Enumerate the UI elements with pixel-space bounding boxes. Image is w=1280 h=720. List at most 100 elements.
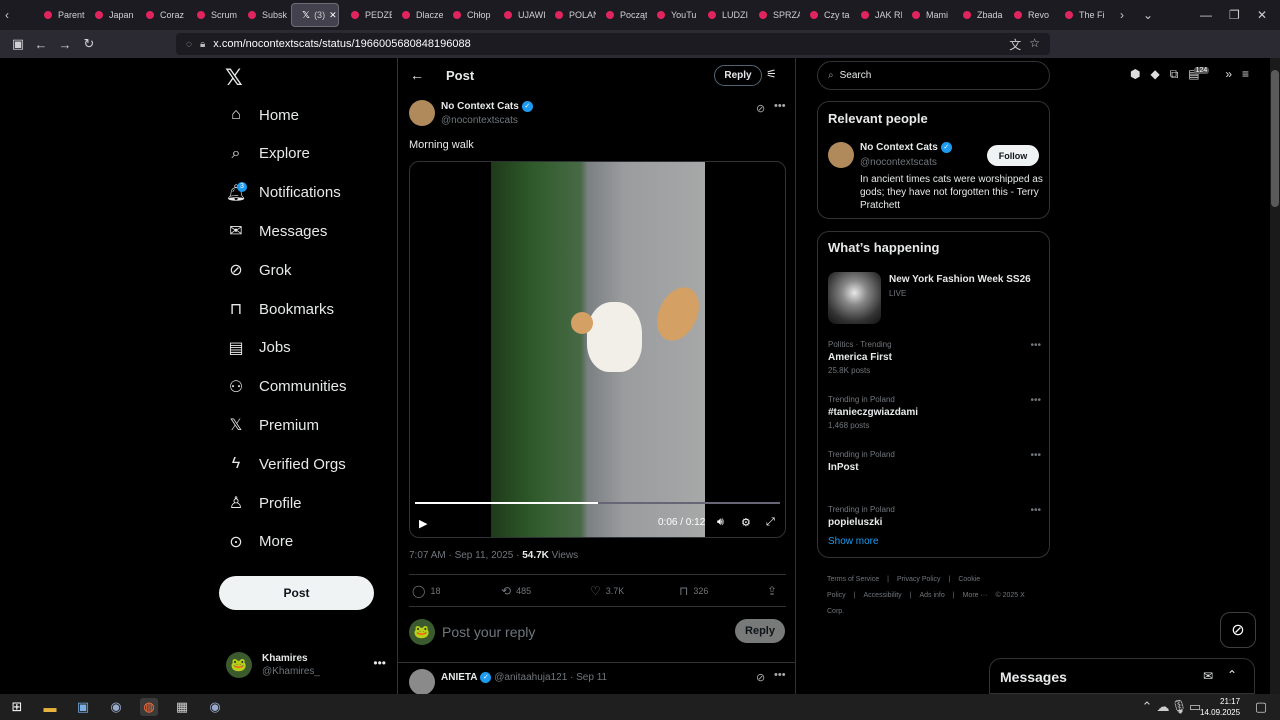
reload-icon[interactable]: ↻ bbox=[77, 32, 101, 56]
author-avatar[interactable] bbox=[409, 100, 435, 126]
play-icon[interactable]: ▶ bbox=[419, 517, 427, 530]
taskbar-clock[interactable]: 21:17 14.09.2025 bbox=[1200, 696, 1240, 718]
nav-item-premium[interactable]: 𝕏 Premium bbox=[226, 410, 319, 440]
reply-button[interactable]: Reply bbox=[735, 619, 785, 643]
scrollbar-thumb[interactable] bbox=[1271, 70, 1279, 207]
like-action[interactable]: ♡ 3.7K bbox=[590, 584, 624, 598]
overflow-chevrons-icon[interactable]: » bbox=[1225, 67, 1232, 81]
search-input[interactable]: ⌕ Search bbox=[817, 61, 1050, 90]
more-dots-icon[interactable]: ••• bbox=[774, 100, 786, 112]
browser-tab[interactable]: JAK RI bbox=[851, 0, 902, 30]
video-progress-bar[interactable] bbox=[415, 502, 780, 504]
browser-tab[interactable]: Czy ta bbox=[800, 0, 851, 30]
expand-chevron-icon[interactable]: ⌃ bbox=[1227, 668, 1237, 682]
comment-author[interactable]: ANIETA bbox=[441, 672, 477, 683]
footer-link[interactable]: Privacy Policy bbox=[897, 576, 941, 583]
trend-thumbnail[interactable] bbox=[828, 272, 881, 324]
browser-tab[interactable]: Mami bbox=[902, 0, 953, 30]
nav-item-communities[interactable]: ⚇ Communities bbox=[226, 372, 347, 402]
browser-tab[interactable]: Chłop bbox=[443, 0, 494, 30]
more-dots-icon[interactable]: ••• bbox=[1030, 395, 1041, 406]
trend-item[interactable]: Trending in Poland popieluszki ••• bbox=[828, 505, 1041, 528]
app-icon[interactable]: ▣ bbox=[74, 698, 92, 716]
browser-tab[interactable]: POLAŃ bbox=[545, 0, 596, 30]
author-name-link[interactable]: No Context Cats ✓ bbox=[441, 101, 533, 112]
reply-action[interactable]: ◯ 18 bbox=[412, 584, 440, 598]
browser-tab-active[interactable]: 𝕏 (3) ✕ bbox=[291, 3, 339, 27]
minimize-icon[interactable]: — bbox=[1200, 0, 1212, 30]
browser-tab[interactable]: Japan bbox=[85, 0, 136, 30]
browser-tab[interactable]: Zbada bbox=[953, 0, 1004, 30]
nav-item-verified-orgs[interactable]: ϟ Verified Orgs bbox=[226, 449, 346, 479]
nav-item-messages[interactable]: ✉ Messages bbox=[226, 216, 327, 246]
steam-icon[interactable]: ◉ bbox=[107, 698, 125, 716]
nav-item-home[interactable]: ⌂ Home bbox=[226, 100, 299, 130]
extension-counter-icon[interactable]: ▤124 bbox=[1188, 67, 1215, 81]
calculator-icon[interactable]: ▦ bbox=[173, 698, 191, 716]
footer-link[interactable]: More ··· bbox=[963, 592, 988, 599]
footer-link[interactable]: Ads info bbox=[919, 592, 944, 599]
fullscreen-icon[interactable]: ⤢ bbox=[766, 516, 775, 529]
more-dots-icon[interactable]: ••• bbox=[774, 669, 786, 681]
trend-item[interactable]: Politics · Trending America First 25.8K po… bbox=[828, 340, 1041, 375]
steam-icon[interactable]: ◉ bbox=[206, 698, 224, 716]
new-message-icon[interactable]: ✉ bbox=[1203, 669, 1213, 683]
footer-link[interactable]: Accessibility bbox=[864, 592, 902, 599]
back-arrow-icon[interactable]: ← bbox=[410, 67, 424, 83]
nav-item-jobs[interactable]: ▤ Jobs bbox=[226, 333, 290, 363]
extension-fox-icon[interactable]: ◆ bbox=[1150, 67, 1159, 81]
browser-tab[interactable]: The Fi bbox=[1055, 0, 1106, 30]
featured-trend-title[interactable]: New York Fashion Week SS26 bbox=[889, 274, 1031, 285]
gear-icon[interactable]: ⚙ bbox=[741, 516, 751, 529]
nav-item-grok[interactable]: ⊘ Grok bbox=[226, 255, 291, 285]
grok-icon[interactable]: ⊘ bbox=[756, 671, 765, 684]
more-dots-icon[interactable]: ••• bbox=[1030, 505, 1041, 516]
grok-icon[interactable]: ⊘ bbox=[756, 102, 765, 115]
trend-item[interactable]: Trending in Poland #tanieczgwiazdami 1,468… bbox=[828, 395, 1041, 430]
messages-drawer[interactable]: Messages ✉ ⌃ bbox=[989, 658, 1255, 694]
windows-start-icon[interactable]: ⊞ bbox=[8, 698, 26, 716]
bookmark-action[interactable]: ⊓ 326 bbox=[679, 584, 708, 598]
sidebar-toggle-icon[interactable]: ▣ bbox=[6, 32, 30, 56]
relevant-name-link[interactable]: No Context Cats ✓ bbox=[860, 142, 952, 153]
browser-tab[interactable]: Począt bbox=[596, 0, 647, 30]
nav-item-profile[interactable]: ♙ Profile bbox=[226, 488, 302, 518]
browser-tab[interactable]: YouTu bbox=[647, 0, 698, 30]
tab-list-chevron-icon[interactable]: ⌄ bbox=[1143, 0, 1153, 30]
repost-action[interactable]: ⟲ 485 bbox=[501, 584, 531, 598]
extensions-puzzle-icon[interactable]: ⧉ bbox=[1170, 67, 1179, 82]
nav-item-explore[interactable]: ⌕ Explore bbox=[226, 139, 310, 169]
close-tab-icon[interactable]: ✕ bbox=[329, 10, 337, 21]
video-player[interactable]: ▶ 0:06 / 0:12 🔊︎ ⚙ ⤢ bbox=[409, 161, 786, 538]
browser-tab[interactable]: Subsk bbox=[238, 0, 289, 30]
maximize-icon[interactable]: ❐ bbox=[1229, 0, 1240, 30]
post-timestamp[interactable]: 7:07 AM · Sep 11, 2025 · bbox=[409, 550, 522, 561]
browser-tab[interactable]: LUDZI bbox=[698, 0, 749, 30]
more-dots-icon[interactable]: ••• bbox=[1030, 340, 1041, 351]
x-logo-icon[interactable]: 𝕏 bbox=[225, 65, 243, 91]
back-arrow-icon[interactable]: ← bbox=[29, 32, 53, 56]
share-action[interactable]: ⇪ bbox=[767, 584, 782, 598]
browser-tab[interactable]: Parenting bbox=[34, 0, 85, 30]
nav-item-notifications[interactable]: 🔔︎ 3 Notifications bbox=[226, 178, 341, 208]
browser-tab[interactable]: PEDZĘ bbox=[341, 0, 392, 30]
browser-tab[interactable]: Scrum bbox=[187, 0, 238, 30]
tabs-scroll-left-icon[interactable]: ‹ bbox=[5, 0, 9, 30]
volume-icon[interactable]: 🔊︎ bbox=[717, 516, 724, 529]
reply-header-button[interactable]: Reply bbox=[714, 65, 762, 86]
notification-icon[interactable]: ▢ bbox=[1252, 698, 1270, 716]
follow-button[interactable]: Follow bbox=[987, 145, 1039, 166]
browser-tab[interactable]: Revo bbox=[1004, 0, 1055, 30]
relevant-avatar[interactable] bbox=[828, 142, 854, 168]
browser-tab[interactable]: Coraz bbox=[136, 0, 187, 30]
trend-item[interactable]: Trending in Poland InPost ••• bbox=[828, 450, 1041, 473]
browser-tab[interactable]: Dlacze bbox=[392, 0, 443, 30]
tabs-scroll-right-icon[interactable]: › bbox=[1120, 0, 1124, 30]
file-explorer-icon[interactable]: ▬ bbox=[41, 698, 59, 716]
firefox-icon[interactable]: ◍ bbox=[140, 698, 158, 716]
app-menu-icon[interactable]: ≡ bbox=[1242, 67, 1249, 81]
reply-item[interactable]: ANIETA ✓ @anitaahuja121 · Sep 11 ⊘ ••• bbox=[409, 669, 786, 695]
translate-icon[interactable]: 文 bbox=[1009, 36, 1021, 53]
footer-link[interactable]: Terms of Service bbox=[827, 576, 879, 583]
grok-float-icon[interactable]: ⊘ bbox=[1220, 612, 1256, 648]
